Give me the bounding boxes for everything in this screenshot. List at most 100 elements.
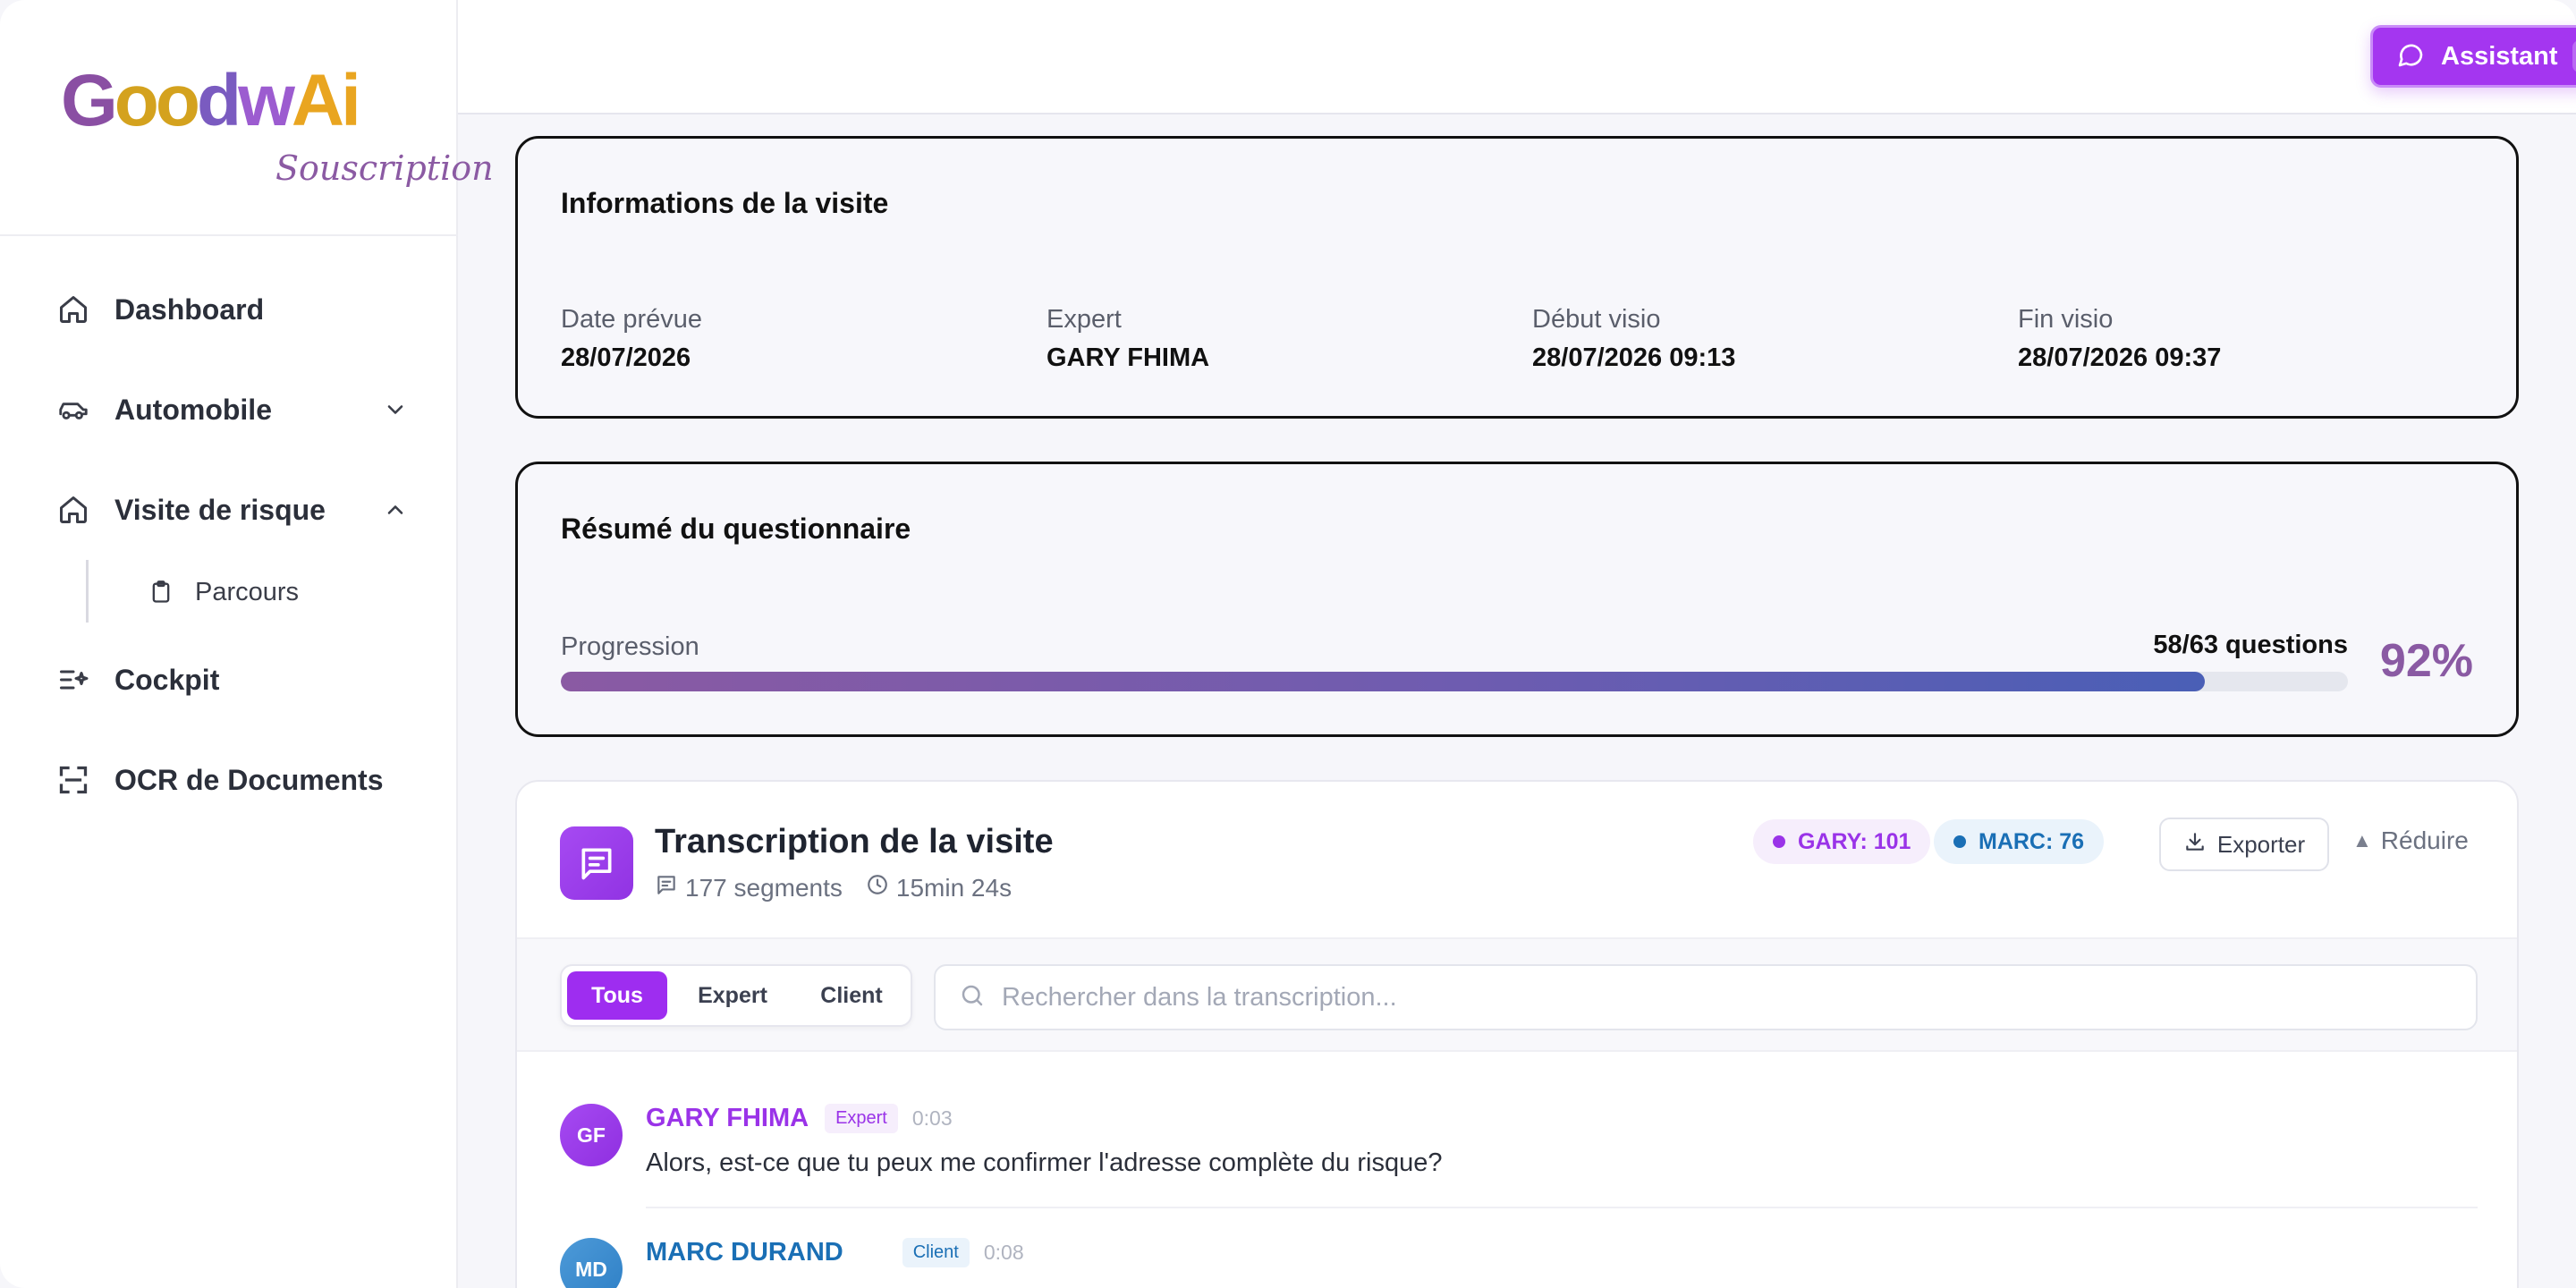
scan-icon bbox=[55, 762, 91, 798]
speaker-count: GARY: 101 bbox=[1798, 828, 1911, 854]
field-label: Date prévue bbox=[561, 305, 702, 334]
transcript-icon bbox=[560, 826, 633, 900]
search-box bbox=[934, 964, 2478, 1030]
progress-count: 58/63 questions bbox=[2153, 631, 2348, 659]
logo-part: d bbox=[196, 60, 242, 141]
duration-info: 15min 24s bbox=[866, 873, 1012, 902]
field-value: 28/07/2026 09:37 bbox=[2018, 343, 2222, 372]
speaker-pill-gary: GARY: 101 bbox=[1753, 819, 1931, 864]
segments-info: 177 segments bbox=[655, 873, 843, 902]
role-badge: Expert bbox=[825, 1104, 898, 1133]
logo-part: w bbox=[238, 60, 295, 141]
logo-area: GoodwAi Souscription bbox=[0, 0, 494, 236]
segments-count: 177 segments bbox=[685, 873, 843, 902]
assistant-label: Assistant bbox=[2441, 41, 2558, 71]
speaker-dot bbox=[1953, 835, 1966, 848]
card-title: Informations de la visite bbox=[561, 187, 889, 219]
progress-fill bbox=[561, 672, 2206, 691]
home-icon bbox=[55, 292, 91, 327]
field-value: GARY FHIMA bbox=[1046, 343, 1210, 372]
message-header: MARC DURAND Client 0:08 bbox=[646, 1238, 1024, 1267]
avatar: GF bbox=[560, 1104, 623, 1166]
logo-part: oo bbox=[114, 60, 200, 141]
speaker-filter: Tous Expert Client bbox=[560, 964, 912, 1027]
export-button[interactable]: Exporter bbox=[2159, 818, 2329, 871]
sidebar-item-visite-de-risque[interactable]: Visite de risque bbox=[55, 483, 413, 537]
info-field-fin: Fin visio 28/07/2026 09:37 bbox=[2018, 305, 2221, 373]
speaker-dot bbox=[1773, 835, 1785, 848]
clock-icon bbox=[866, 873, 896, 902]
logo-part: G bbox=[61, 60, 118, 141]
sidebar-item-label: Cockpit bbox=[114, 663, 220, 696]
ia-badge: IA bbox=[2572, 40, 2576, 72]
download-icon bbox=[2183, 830, 2217, 860]
filter-tous[interactable]: Tous bbox=[567, 971, 667, 1020]
export-label: Exporter bbox=[2216, 830, 2306, 858]
home-icon bbox=[55, 492, 91, 528]
sidebar-item-automobile[interactable]: Automobile bbox=[55, 383, 413, 436]
progress-percent: 92% bbox=[2379, 635, 2473, 687]
transcription-meta: 177 segments 15min 24s bbox=[655, 873, 1035, 902]
reduce-label: Réduire bbox=[2380, 826, 2469, 854]
filter-expert[interactable]: Expert bbox=[667, 971, 798, 1020]
avatar: MD bbox=[560, 1238, 623, 1288]
sidebar-item-label: Visite de risque bbox=[114, 493, 326, 526]
sidebar-item-label: OCR de Documents bbox=[114, 763, 384, 796]
logo[interactable]: GoodwAi bbox=[61, 59, 361, 143]
duration-value: 15min 24s bbox=[895, 873, 1013, 902]
chevron-up-icon[interactable] bbox=[377, 492, 413, 528]
sparkle-list-icon bbox=[55, 662, 91, 698]
triangle-up-icon: ▲ bbox=[2352, 829, 2372, 852]
transcription-title: Transcription de la visite bbox=[655, 823, 1054, 860]
search-input[interactable] bbox=[1002, 982, 2433, 1013]
chevron-down-icon[interactable] bbox=[377, 392, 413, 428]
clipboard-icon bbox=[147, 578, 175, 606]
car-icon bbox=[55, 392, 91, 428]
info-field-date: Date prévue 28/07/2026 bbox=[561, 305, 702, 373]
sidebar-subitem-parcours[interactable]: Parcours bbox=[147, 567, 299, 617]
sidebar-item-label: Dashboard bbox=[114, 292, 265, 326]
field-label: Début visio bbox=[1532, 305, 1661, 334]
sidebar-item-label: Parcours bbox=[195, 577, 300, 606]
field-value: 28/07/2026 bbox=[561, 343, 691, 372]
timestamp[interactable]: 0:08 bbox=[984, 1241, 1024, 1265]
logo-subtitle: Souscription bbox=[275, 148, 494, 188]
sidebar-item-cockpit[interactable]: Cockpit bbox=[55, 653, 413, 707]
questionnaire-card: Résumé du questionnaire Progression 58/6… bbox=[515, 462, 2519, 737]
assistant-button[interactable]: Assistant IA bbox=[2370, 25, 2576, 88]
field-value: 28/07/2026 09:13 bbox=[1532, 343, 1736, 372]
reduce-button[interactable]: ▲ Réduire bbox=[2352, 826, 2469, 855]
sidebar-item-ocr[interactable]: OCR de Documents bbox=[55, 753, 413, 807]
info-field-expert: Expert GARY FHIMA bbox=[1046, 305, 1209, 373]
message-header: GARY FHIMA Expert 0:03 bbox=[646, 1104, 953, 1133]
progress-label: Progression bbox=[561, 632, 699, 661]
speaker-name: MARC DURAND bbox=[646, 1238, 843, 1267]
timestamp[interactable]: 0:03 bbox=[912, 1106, 953, 1131]
submenu-line bbox=[86, 560, 89, 623]
message-divider bbox=[646, 1207, 2478, 1208]
logo-part: Ai bbox=[291, 60, 361, 141]
app-window: GoodwAi Souscription Dashboard Automobil… bbox=[0, 0, 2576, 1288]
topbar: Assistant IA bbox=[458, 0, 2576, 114]
card-title: Résumé du questionnaire bbox=[561, 513, 911, 545]
progress-bar bbox=[561, 672, 2348, 691]
speaker-pill-marc: MARC: 76 bbox=[1934, 819, 2105, 864]
transcript-message: GF GARY FHIMA Expert 0:03 Alors, est-ce … bbox=[560, 1104, 2478, 1193]
message-square-icon bbox=[655, 873, 685, 902]
speaker-name: GARY FHIMA bbox=[646, 1104, 809, 1132]
search-icon bbox=[959, 982, 986, 1013]
chat-bubble-icon bbox=[2396, 40, 2425, 73]
sidebar-item-label: Automobile bbox=[114, 393, 272, 426]
info-field-debut: Début visio 28/07/2026 09:13 bbox=[1532, 305, 1735, 373]
transcript-message: MD MARC DURAND Client 0:08 bbox=[560, 1238, 2478, 1288]
role-badge: Client bbox=[902, 1238, 970, 1267]
visit-info-card: Informations de la visite Date prévue 28… bbox=[515, 136, 2519, 419]
field-label: Fin visio bbox=[2018, 305, 2114, 334]
filter-client[interactable]: Client bbox=[798, 971, 905, 1020]
transcription-card: Transcription de la visite 177 segments … bbox=[515, 780, 2519, 1288]
speaker-count: MARC: 76 bbox=[1979, 828, 2085, 854]
sidebar-item-dashboard[interactable]: Dashboard bbox=[55, 283, 413, 336]
message-text: Alors, est-ce que tu peux me confirmer l… bbox=[646, 1148, 1443, 1177]
sidebar: GoodwAi Souscription Dashboard Automobil… bbox=[0, 0, 494, 1288]
transcription-toolbar: Tous Expert Client bbox=[517, 937, 2517, 1052]
